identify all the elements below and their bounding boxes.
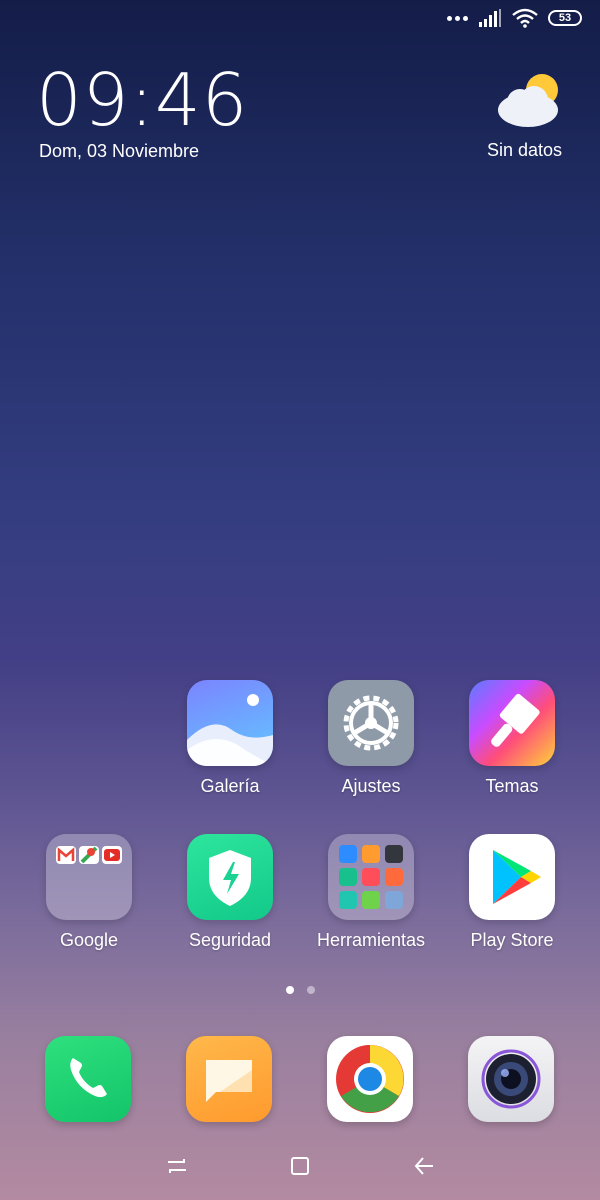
security-shield-icon[interactable] xyxy=(187,834,273,920)
play-store-icon[interactable] xyxy=(469,834,555,920)
app-label: Play Store xyxy=(470,930,554,950)
dock-messages[interactable] xyxy=(186,1036,272,1122)
folder-google[interactable]: Google xyxy=(19,834,159,951)
page-dot-1 xyxy=(285,986,294,994)
app-play-store[interactable]: Play Store xyxy=(442,834,582,951)
app-label: Google xyxy=(59,930,119,950)
page-indicator xyxy=(0,986,600,994)
app-label: Seguridad xyxy=(188,930,272,950)
settings-gear-icon[interactable] xyxy=(328,680,414,766)
app-ajustes[interactable]: Ajustes xyxy=(301,680,441,797)
status-icons: 53 xyxy=(447,8,582,28)
messages-icon[interactable] xyxy=(186,1036,272,1122)
weather-status[interactable]: Sin datos xyxy=(487,140,562,161)
recents-button-icon[interactable] xyxy=(164,1153,190,1179)
more-notifications-icon xyxy=(447,15,468,21)
app-temas[interactable]: Temas xyxy=(442,680,582,797)
app-label: Herramientas xyxy=(316,930,426,950)
status-bar: 53 xyxy=(0,0,600,40)
clock-time[interactable]: 09:46 xyxy=(36,64,249,136)
dock-chrome[interactable] xyxy=(327,1036,413,1122)
back-button-icon[interactable] xyxy=(411,1153,437,1179)
app-label: Temas xyxy=(485,776,539,796)
battery-level: 53 xyxy=(558,12,572,24)
wifi-icon xyxy=(512,8,538,28)
phone-icon[interactable] xyxy=(45,1036,131,1122)
folder-herramientas[interactable]: Herramientas xyxy=(301,834,441,951)
app-galeria[interactable]: Galería xyxy=(160,680,300,797)
google-folder-icon[interactable] xyxy=(46,834,132,920)
page-dot-2 xyxy=(306,986,315,994)
app-label: Ajustes xyxy=(341,776,401,796)
themes-brush-icon[interactable] xyxy=(469,680,555,766)
camera-icon[interactable] xyxy=(468,1036,554,1122)
chrome-icon[interactable] xyxy=(327,1036,413,1122)
gallery-icon[interactable] xyxy=(187,680,273,766)
dock-phone[interactable] xyxy=(45,1036,131,1122)
tools-folder-icon[interactable] xyxy=(328,834,414,920)
clock-date[interactable]: Dom, 03 Noviembre xyxy=(39,141,199,162)
partly-cloudy-icon[interactable] xyxy=(496,70,566,130)
home-button-icon[interactable] xyxy=(287,1153,313,1179)
navigation-bar xyxy=(0,1145,600,1185)
dock-camera[interactable] xyxy=(468,1036,554,1122)
signal-icon xyxy=(479,9,501,27)
app-label: Galería xyxy=(200,776,260,796)
battery-indicator: 53 xyxy=(548,10,582,26)
app-seguridad[interactable]: Seguridad xyxy=(160,834,300,951)
